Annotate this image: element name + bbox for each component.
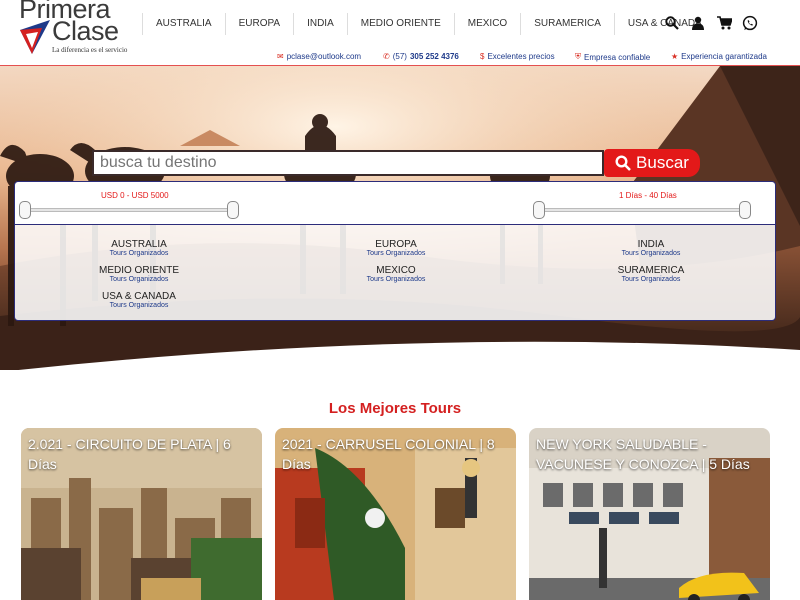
region-name: USA & CANADA [102,291,176,302]
star-icon: ★ [671,52,679,61]
region-india[interactable]: INDIA Tours Organizados [581,239,721,258]
days-range-label: 1 Días - 40 Días [619,191,677,200]
logo-mark-icon [20,20,50,54]
trust-badge: ⛨ Empresa confiable [575,52,650,62]
region-subtitle: Tours Organizados [366,276,426,283]
email-text: pclase@outlook.com [286,52,362,61]
nav-item-medio-oriente[interactable]: MEDIO ORIENTE [346,13,454,35]
phone-icon: ✆ [383,52,390,61]
nav-item-mexico[interactable]: MEXICO [453,13,520,35]
region-name: INDIA [637,239,665,250]
price-min-handle[interactable] [19,201,31,219]
region-name: SURAMERICA [617,265,685,276]
price-badge: $ Excelentes precios [480,52,555,61]
tour-card-title: 2.021 - CIRCUITO DE PLATA | 6 Días [28,436,231,472]
info-bar: ✉ pclase@outlook.com ✆ (57) 305 252 4376… [0,50,800,64]
destination-search-input[interactable] [92,150,604,176]
experience-text: Experiencia garantizada [681,52,768,61]
whatsapp-icon[interactable] [742,14,758,32]
search-icon[interactable] [664,14,680,32]
nav-item-australia[interactable]: AUSTRALIA [142,13,225,35]
price-max-handle[interactable] [227,201,239,219]
logo-word-clase: Clase [52,16,119,46]
price-text: Excelentes precios [487,52,555,61]
region-usa-canada[interactable]: USA & CANADA Tours Organizados [69,291,209,310]
phone-link[interactable]: ✆ (57) 305 252 4376 [383,52,459,61]
phone-prefix: (57) [392,52,407,61]
email-link[interactable]: ✉ pclase@outlook.com [277,52,361,61]
section-title-best-tours: Los Mejores Tours [328,400,462,417]
region-subtitle: Tours Organizados [366,250,426,257]
search-button-label: Buscar [636,153,689,172]
shield-icon: ⛨ [575,52,581,61]
region-name: AUSTRALIA [111,239,167,250]
price-range-label: USD 0 - USD 5000 [101,191,169,200]
region-subtitle: Tours Organizados [109,276,169,283]
tour-card-title: 2021 - CARRUSEL COLONIAL | 8 Días [282,436,495,472]
filter-panel: USD 0 - USD 5000 1 Días - 40 Días AUSTRA… [14,181,776,321]
dollar-icon: $ [480,52,485,61]
search-button[interactable]: Buscar [604,149,700,177]
region-name: MEXICO [376,265,416,276]
nav-item-suramerica[interactable]: SURAMERICA [520,13,614,35]
region-name: EUROPA [375,239,417,250]
mail-icon: ✉ [277,52,284,61]
range-filters: USD 0 - USD 5000 1 Días - 40 Días [15,182,775,225]
tour-card[interactable]: 2.021 - CIRCUITO DE PLATA | 6 Días [21,428,262,600]
phone-number: 305 252 4376 [409,52,459,61]
region-australia[interactable]: AUSTRALIA Tours Organizados [69,239,209,258]
region-subtitle: Tours Organizados [109,302,169,309]
days-max-handle[interactable] [739,201,751,219]
region-suramerica[interactable]: SURAMERICA Tours Organizados [581,265,721,284]
price-slider[interactable] [23,208,235,212]
region-europa[interactable]: EUROPA Tours Organizados [326,239,466,258]
main-nav: AUSTRALIA EUROPA INDIA MEDIO ORIENTE MEX… [142,12,715,36]
cart-icon[interactable] [716,14,732,32]
days-slider[interactable] [537,208,747,212]
site-header: Primera Clase La diferencia es el servic… [0,0,800,66]
experience-badge: ★ Experiencia garantizada [671,52,767,61]
region-medio-oriente[interactable]: MEDIO ORIENTE Tours Organizados [69,265,209,284]
user-icon[interactable] [690,14,706,32]
nav-item-europa[interactable]: EUROPA [224,13,294,35]
tour-card-title: NEW YORK SALUDABLE - VACUNESE Y CONOZCA … [536,436,750,472]
region-subtitle: Tours Organizados [621,276,681,283]
region-subtitle: Tours Organizados [109,250,169,257]
region-name: MEDIO ORIENTE [98,265,179,276]
header-icons [664,14,758,32]
tour-card[interactable]: 2021 - CARRUSEL COLONIAL | 8 Días [275,428,516,600]
trust-text: Empresa confiable [584,52,651,62]
search-icon [615,155,631,171]
nav-item-india[interactable]: INDIA [293,13,347,35]
hero-bottom-curve [18,341,800,370]
tour-card[interactable]: NEW YORK SALUDABLE - VACUNESE Y CONOZCA … [529,428,770,600]
region-mexico[interactable]: MEXICO Tours Organizados [326,265,466,284]
days-min-handle[interactable] [533,201,545,219]
region-subtitle: Tours Organizados [621,250,681,257]
